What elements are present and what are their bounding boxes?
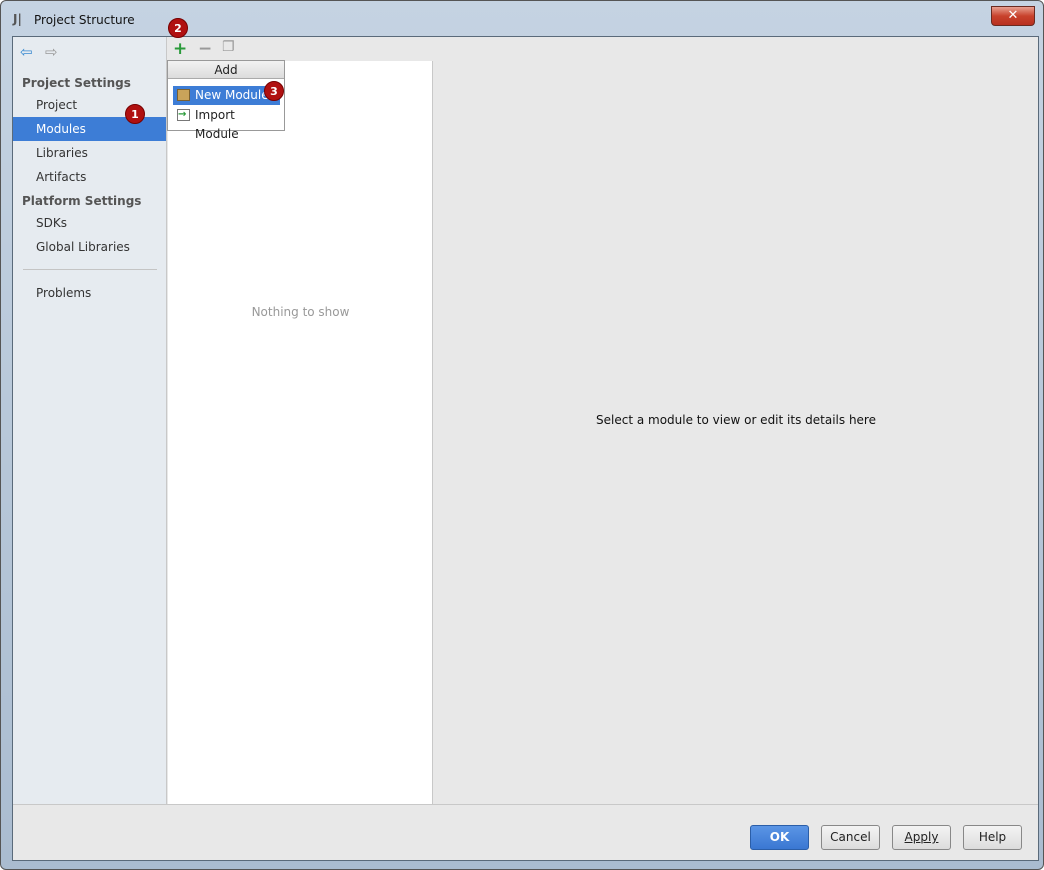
folder-module-icon [177,89,190,101]
sidebar-divider [23,269,157,270]
button-bar: OK Cancel Apply Help [13,804,1038,860]
sidebar-item-problems[interactable]: Problems [13,281,166,305]
back-arrow-icon[interactable]: ⇦ [20,43,33,61]
menu-item-import-module[interactable]: → Import Module [173,106,280,141]
sidebar-item-modules[interactable]: Modules [13,117,166,141]
close-button[interactable]: ✕ [991,6,1035,26]
empty-list-text: Nothing to show [251,305,350,319]
section-project-settings: Project Settings [22,76,131,90]
close-icon: ✕ [1007,8,1019,23]
sidebar: ⇦ ⇨ Project Settings Project Modules Lib… [13,37,167,804]
sidebar-item-artifacts[interactable]: Artifacts [13,165,166,189]
menu-item-label: Import Module [195,108,239,141]
step-badge-2: 2 [168,18,188,38]
section-platform-settings: Platform Settings [22,194,142,208]
minus-icon[interactable]: − [198,39,212,59]
details-placeholder-text: Select a module to view or edit its deta… [596,413,876,427]
sidebar-item-global-libraries[interactable]: Global Libraries [13,235,166,259]
window-title: Project Structure [34,13,135,27]
sidebar-item-sdks[interactable]: SDKs [13,211,166,235]
plus-icon[interactable]: + [173,39,187,59]
apply-button[interactable]: Apply [892,825,951,850]
list-toolbar: + − ❐ [168,37,433,61]
module-list-panel: + − ❐ Nothing to show [168,37,433,804]
ok-button[interactable]: OK [750,825,809,850]
dialog-window: J| Project Structure ✕ ⇦ ⇨ Project Setti… [0,0,1044,870]
copy-icon[interactable]: ❐ [222,39,235,55]
menu-item-label: New Module [195,88,269,102]
import-icon: → [177,109,190,121]
popup-title: Add [168,61,284,79]
step-badge-1: 1 [125,104,145,124]
sidebar-item-libraries[interactable]: Libraries [13,141,166,165]
intellij-logo-icon: J| [13,12,22,26]
forward-arrow-icon[interactable]: ⇨ [45,43,58,61]
help-button[interactable]: Help [963,825,1022,850]
dialog-content: ⇦ ⇨ Project Settings Project Modules Lib… [12,36,1039,861]
step-badge-3: 3 [264,81,284,101]
cancel-button[interactable]: Cancel [821,825,880,850]
